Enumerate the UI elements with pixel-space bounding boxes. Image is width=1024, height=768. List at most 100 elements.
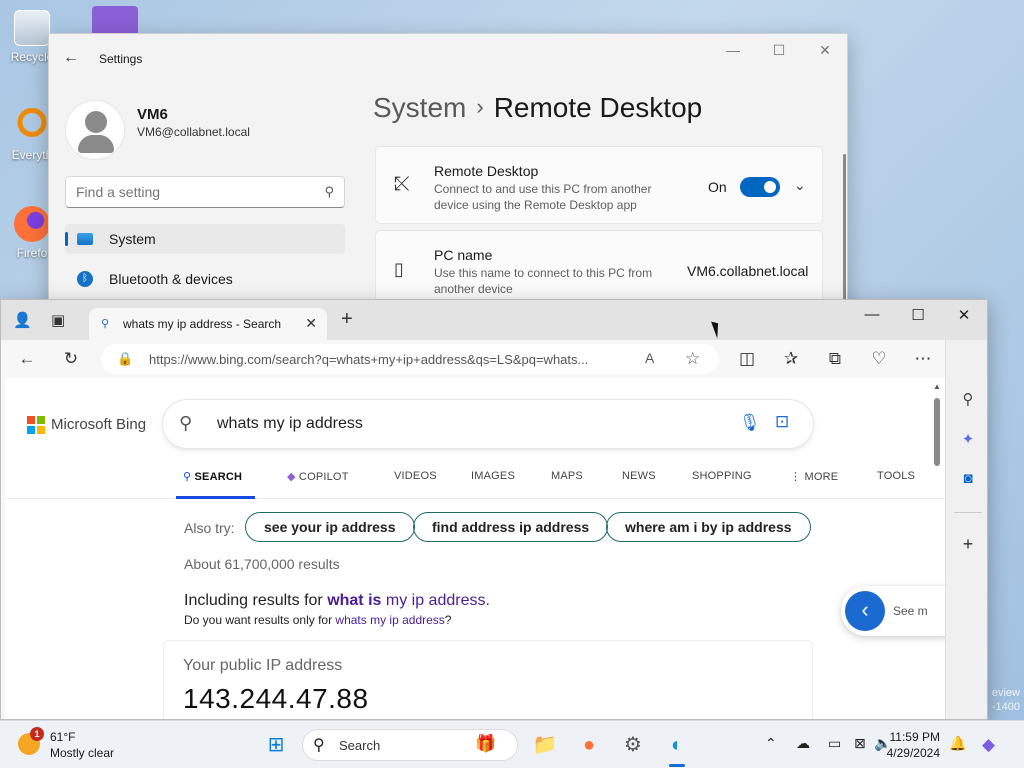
search-highlight-icon: 🎁 [475,734,497,753]
find-setting-input[interactable] [66,177,296,207]
see-more-flyout[interactable]: ‹ See m [841,586,945,636]
find-setting-box[interactable]: ⚲ [65,176,345,208]
back-button[interactable]: ← [15,349,39,369]
scope-copilot[interactable]: ◆ COPILOT [287,470,349,483]
breadcrumb-separator: › [476,94,484,119]
file-explorer-icon[interactable]: 📁 [530,730,560,760]
edge-sidebar: ⚲ ✦ ◙ + [945,340,987,719]
bing-search-box[interactable]: ⚲ whats my ip address 🎙 ⊡ [163,400,813,448]
notification-badge: 1 [30,727,44,741]
maximize-button[interactable]: ☐ [759,42,799,59]
weather-widget[interactable]: 1 61°F Mostly clear [16,727,126,763]
favorites-icon[interactable]: ✰ [779,349,803,369]
minimize-button[interactable]: — [713,42,753,58]
search-icon: ⚲ [183,471,195,483]
scope-videos[interactable]: VIDEOS [394,470,437,482]
close-tab-icon[interactable]: ✕ [305,315,317,332]
bing-brand[interactable]: Microsoft Bing [51,416,146,433]
active-indicator [65,232,68,246]
copilot-preview-icon[interactable]: ◆ [982,735,995,755]
clock-time: 11:59 PM [889,730,940,744]
maximize-button[interactable]: ☐ [895,306,941,324]
collections-icon[interactable]: ⧉ [823,349,847,369]
close-button[interactable]: ✕ [941,306,987,324]
remote-desktop-card[interactable]: ⤪ Remote Desktop Connect to and use this… [375,146,823,224]
edge-icon[interactable]: ◐ [662,730,692,760]
also-try-label: Also try: [184,520,235,536]
network-icon[interactable]: ⊠ [854,735,866,752]
profile-icon[interactable]: 👤 [13,311,32,329]
favorite-star-icon[interactable]: ☆ [685,349,700,369]
scope-search[interactable]: ⚲ SEARCH [183,470,242,483]
desktop-icon-label: Recycle [10,50,54,64]
scope-more[interactable]: ⋮ MORE [790,470,838,483]
cloud-offline-icon[interactable]: ☁ [796,735,810,752]
scope-maps[interactable]: MAPS [551,470,583,482]
avatar[interactable] [65,100,125,160]
scroll-up-icon[interactable]: ▲ [933,382,941,391]
search-query[interactable]: whats my ip address [217,415,363,433]
original-query-link[interactable]: whats my ip address [335,613,444,627]
copilot-app-icon[interactable]: ✦ [957,430,979,448]
refresh-button[interactable]: ↻ [59,349,83,369]
taskbar-search[interactable]: ⚲ Search 🎁 [302,729,518,761]
scrollbar-thumb[interactable] [934,398,940,466]
desktop-icon-visual-studio[interactable] [92,6,138,34]
add-icon[interactable]: + [957,534,979,555]
tab-strip: 👤 ▣ ⚲ whats my ip address - Search ✕ + —… [1,300,987,340]
including-link[interactable]: what is [327,592,381,609]
settings-title: Settings [99,52,143,66]
chevron-down-icon[interactable]: ⌄ [794,177,806,194]
address-bar[interactable]: 🔒 https://www.bing.com/search?q=whats+my… [101,344,719,374]
tab-bing-search[interactable]: ⚲ whats my ip address - Search ✕ [89,308,327,340]
display-icon[interactable]: ▭ [828,735,841,752]
also-try-chip[interactable]: where am i by ip address [606,512,811,542]
minimize-button[interactable]: — [849,306,895,323]
scope-shopping[interactable]: SHOPPING [692,470,752,482]
scope-tools[interactable]: TOOLS [877,470,915,482]
breadcrumb: System › Remote Desktop [373,92,702,124]
outlook-icon[interactable]: ◙ [957,470,979,487]
divider [954,512,982,513]
more-options-icon[interactable]: ⋯ [911,349,935,369]
split-screen-icon[interactable]: ◫ [735,349,759,369]
toggle-state-label: On [708,179,727,195]
nav-item-bluetooth[interactable]: ᛒ Bluetooth & devices [65,264,345,294]
microphone-icon[interactable]: 🎙 [739,413,761,433]
tab-actions-icon[interactable]: ▣ [51,311,65,329]
visual-search-icon[interactable]: ⊡ [775,412,789,432]
url-text[interactable]: https://www.bing.com/search?q=whats+my+i… [149,352,633,367]
breadcrumb-parent[interactable]: System [373,92,466,123]
chevron-up-icon[interactable]: ⌃ [765,735,777,752]
browser-essentials-icon[interactable]: ♡ [867,349,891,369]
clock[interactable]: 11:59 PM 4/29/2024 [884,729,940,761]
edge-browser-window: 👤 ▣ ⚲ whats my ip address - Search ✕ + —… [0,299,988,720]
page-scrollbar[interactable]: ▲ [933,382,941,719]
including-link[interactable]: my ip address. [381,592,490,609]
see-more-label: See m [893,604,928,618]
start-windows-icon[interactable]: ⊞ [261,730,291,760]
settings-gear-icon[interactable]: ⚙ [618,730,648,760]
os-build-watermark: eview -1400 [992,686,1020,714]
copilot-icon: ◆ [287,471,299,483]
firefox-icon[interactable]: ● [574,730,604,760]
new-tab-button[interactable]: + [341,308,353,331]
lock-icon[interactable]: 🔒 [117,351,133,367]
nav-item-system[interactable]: System [65,224,345,254]
remote-desktop-toggle[interactable] [740,177,780,197]
taskbar-search-label: Search [339,738,381,753]
notification-bell-icon[interactable]: 🔔 [949,735,966,752]
settings-scrollbar[interactable] [843,154,846,304]
close-button[interactable]: ✕ [805,42,845,59]
search-icon[interactable]: ⚲ [957,390,979,408]
temperature: 61°F [50,730,76,744]
also-try-chip[interactable]: find address ip address [413,512,609,542]
chevron-left-icon[interactable]: ‹ [845,591,885,631]
read-aloud-icon[interactable]: A [645,350,654,366]
user-name: VM6 [137,106,168,123]
scope-news[interactable]: NEWS [622,470,656,482]
desktop-icon-label: Everyth [11,148,53,162]
back-arrow-icon[interactable]: ← [63,49,79,67]
scope-images[interactable]: IMAGES [471,470,515,482]
also-try-chip[interactable]: see your ip address [245,512,415,542]
